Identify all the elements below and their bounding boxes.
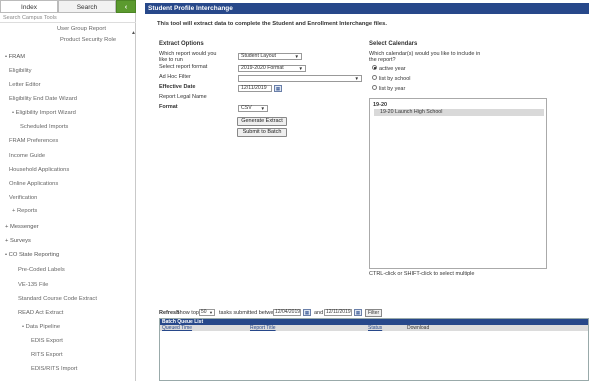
report-legal-name-label: Report Legal Name <box>159 94 207 100</box>
sidebar-item-income-guide[interactable]: Income Guide <box>9 151 131 162</box>
show-top-select[interactable]: 50 ▼ <box>199 309 215 316</box>
report-type-select[interactable]: Student Layout ▼ <box>238 53 302 60</box>
sidebar-item-edis-rits-import[interactable]: EDIS/RITS Import <box>31 364 131 375</box>
chevron-down-icon: ▼ <box>209 310 213 315</box>
sidebar-item-product-security-role[interactable]: Product Security Role <box>60 35 132 46</box>
effective-date-input[interactable]: 12/11/2019 <box>238 85 272 92</box>
to-date-input[interactable]: 12/11/2019 <box>324 309 352 316</box>
chevron-down-icon: ▼ <box>298 66 303 71</box>
and-label: and <box>314 310 324 316</box>
main-content: Student Profile Interchange This tool wi… <box>145 0 592 381</box>
file-format-value: CSV <box>241 105 252 111</box>
sidebar-item-household-applications[interactable]: Household Applications <box>9 165 131 176</box>
page-description: This tool will extract data to complete … <box>157 21 387 27</box>
batch-queue-header: Queued Time Report Title Status Download <box>160 325 588 331</box>
sidebar-item-online-applications[interactable]: Online Applications <box>9 179 131 190</box>
report-format-select[interactable]: 2019-2020 Format ▼ <box>238 65 306 72</box>
left-navigation-panel: Index Search ‹ Search Campus Tools ▲ Use… <box>0 0 136 381</box>
tab-search[interactable]: Search <box>58 0 116 13</box>
sidebar-item-messenger[interactable]: + Messenger <box>5 222 131 233</box>
adhoc-filter-select[interactable]: ▼ <box>238 75 362 82</box>
radio-list-by-year[interactable]: list by year <box>372 85 406 92</box>
report-type-label: Which report would you like to run <box>159 51 217 63</box>
sidebar-item-co-state-reporting[interactable]: • CO State Reporting <box>5 250 131 261</box>
effective-date-label: Effective Date <box>159 84 196 90</box>
report-type-value: Student Layout <box>241 53 276 59</box>
from-date-input[interactable]: 12/04/2019 <box>273 309 301 316</box>
calendar-icon[interactable]: ▦ <box>354 309 362 316</box>
calendar-option[interactable]: 19-20 Launch High School <box>374 109 544 116</box>
chevron-down-icon: ▼ <box>354 76 359 81</box>
submit-to-batch-button[interactable]: Submit to Batch <box>237 128 287 137</box>
batch-queue-list: Batch Queue List Queued Time Report Titl… <box>159 318 589 381</box>
report-format-value: 2019-2020 Format <box>241 65 284 71</box>
page-title: Student Profile Interchange <box>145 3 589 14</box>
file-format-select[interactable]: CSV ▼ <box>238 105 268 112</box>
calendar-listbox[interactable]: 19-20 19-20 Launch High School <box>369 98 547 269</box>
radio-active-year-label: active year <box>379 66 406 72</box>
column-report-title[interactable]: Report Title <box>250 325 276 331</box>
file-format-label: Format <box>159 104 178 110</box>
column-queued-time[interactable]: Queued Time <box>162 325 192 331</box>
extract-options-heading: Extract Options <box>159 41 204 47</box>
sidebar-item-pre-coded-labels[interactable]: Pre-Coded Labels <box>18 265 131 276</box>
radio-icon <box>372 75 377 81</box>
sidebar-item-scheduled-imports[interactable]: Scheduled Imports <box>20 122 131 133</box>
sidebar-item-fram-preferences[interactable]: FRAM Preferences <box>9 136 131 147</box>
adhoc-filter-label: Ad Hoc Filter <box>159 74 191 80</box>
calendar-group-label: 19-20 <box>373 102 388 108</box>
sidebar-item-rits-export[interactable]: RITS Export <box>31 350 131 361</box>
column-download: Download <box>407 325 430 331</box>
calendar-question: Which calendar(s) would you like to incl… <box>369 51 481 63</box>
sidebar-item-eligibility-import-wizard[interactable]: • Eligibility Import Wizard <box>12 108 131 119</box>
nav-tabs: Index Search ‹ <box>0 0 136 13</box>
collapse-panel-button[interactable]: ‹ <box>116 0 136 13</box>
calendar-icon[interactable]: ▦ <box>303 309 311 316</box>
chevron-down-icon: ▼ <box>294 54 299 59</box>
select-calendars-heading: Select Calendars <box>369 41 418 47</box>
sidebar-item-ve-135-file[interactable]: VE-135 File <box>18 280 131 291</box>
sidebar-item-eligibility-end-date-wizard[interactable]: Eligibility End Date Wizard <box>9 94 131 105</box>
tab-index[interactable]: Index <box>0 0 58 13</box>
sidebar-item-user-group-report[interactable]: User Group Report <box>57 24 131 35</box>
sidebar-item-surveys[interactable]: + Surveys <box>5 236 131 247</box>
show-top-label: Show top <box>176 310 199 316</box>
radio-icon <box>372 85 377 91</box>
filter-button[interactable]: Filter <box>365 309 383 317</box>
radio-list-by-school-label: list by school <box>379 76 411 82</box>
report-format-label: Select report format <box>159 64 208 70</box>
generate-extract-button[interactable]: Generate Extract <box>237 117 287 126</box>
tasks-between-label: tasks submitted between <box>219 310 280 316</box>
sidebar-item-eligibility[interactable]: Eligibility <box>9 66 131 77</box>
radio-selected-icon <box>372 65 377 71</box>
sidebar-item-letter-editor[interactable]: Letter Editor <box>9 80 131 91</box>
sidebar-item-verification[interactable]: Verification <box>9 193 131 204</box>
sidebar-item-standard-course-code-extract[interactable]: Standard Course Code Extract <box>18 294 131 305</box>
radio-list-by-year-label: list by year <box>379 86 406 92</box>
multi-select-hint: CTRL-click or SHIFT-click to select mult… <box>369 271 475 277</box>
radio-list-by-school[interactable]: list by school <box>372 75 411 82</box>
show-top-value: 50 <box>201 309 207 315</box>
sidebar-item-fram[interactable]: • FRAM <box>5 52 131 63</box>
sidebar-item-data-pipeline[interactable]: • Data Pipeline <box>22 322 131 333</box>
sidebar-item-edis-export[interactable]: EDIS Export <box>31 336 131 347</box>
chevron-down-icon: ▼ <box>260 106 265 111</box>
radio-active-year[interactable]: active year <box>372 65 406 72</box>
calendar-icon[interactable]: ▦ <box>274 85 282 92</box>
column-status[interactable]: Status <box>368 325 382 331</box>
search-campus-tools-input[interactable]: Search Campus Tools <box>0 14 136 23</box>
sidebar-item-read-act-extract[interactable]: READ Act Extract <box>18 308 131 319</box>
sidebar-item-reports[interactable]: + Reports <box>12 206 131 217</box>
